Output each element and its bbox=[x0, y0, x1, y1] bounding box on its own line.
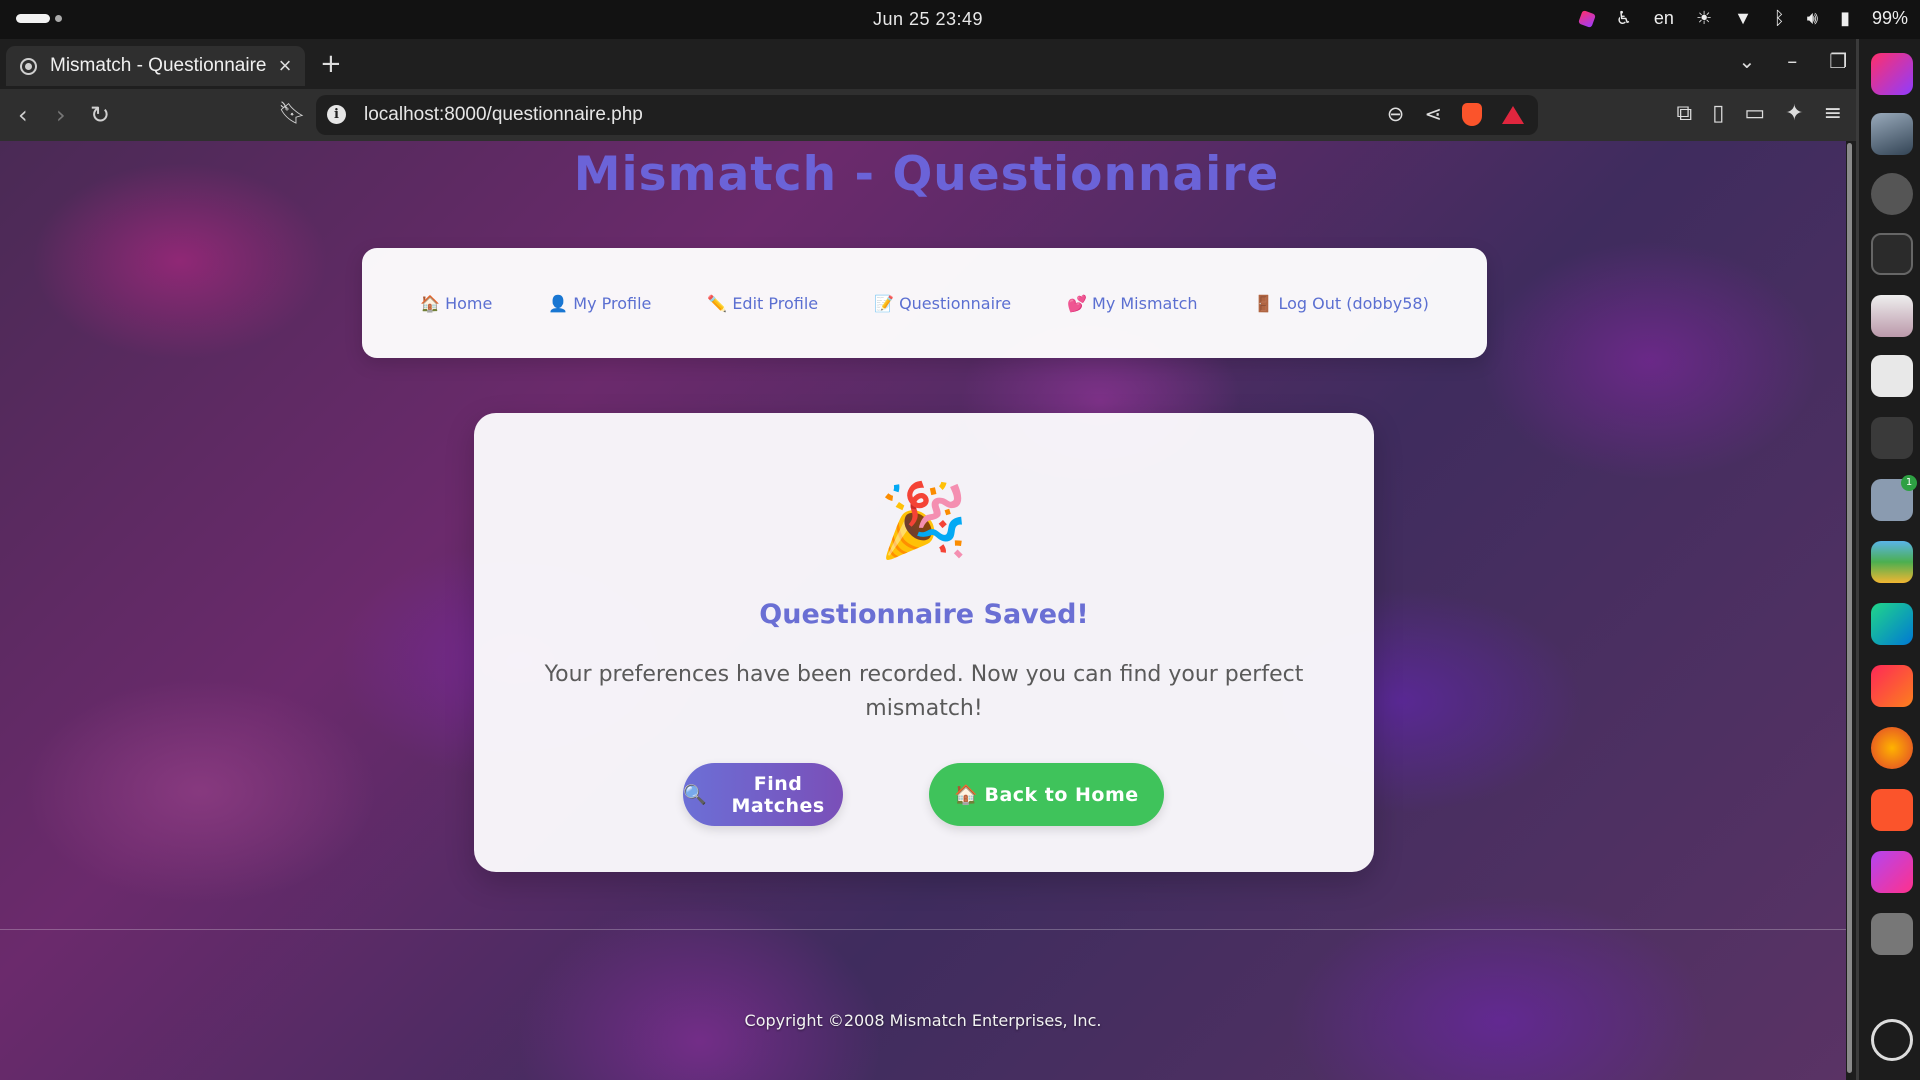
success-message: Your preferences have been recorded. Now… bbox=[544, 662, 1304, 721]
house-icon: 🏠 bbox=[420, 293, 441, 313]
reload-icon[interactable]: ↻ bbox=[90, 101, 110, 129]
battery-icon[interactable]: ▮ bbox=[1840, 8, 1850, 29]
site-info-icon[interactable]: i bbox=[327, 105, 346, 124]
wifi-icon[interactable]: ▼ bbox=[1734, 8, 1752, 29]
door-icon: 🚪 bbox=[1253, 293, 1274, 313]
footer-divider bbox=[0, 929, 1846, 930]
magnifier-icon: 🔍 bbox=[683, 784, 708, 806]
success-heading: Questionnaire Saved! bbox=[759, 599, 1089, 630]
text-editor-icon[interactable] bbox=[1871, 295, 1913, 337]
scrollbar-thumb[interactable] bbox=[1847, 143, 1852, 1073]
success-card: 🎉 Questionnaire Saved! Your preferences … bbox=[474, 413, 1374, 872]
volume-icon[interactable]: 🔊︎ bbox=[1807, 8, 1818, 29]
share-icon[interactable]: ⋖ bbox=[1424, 102, 1442, 127]
browser-toolbar: ‹ › ↻ 🔖︎ i localhost:8000/questionnaire.… bbox=[0, 89, 1856, 141]
nav-my-profile[interactable]: 👤 My Profile bbox=[548, 294, 651, 313]
browser-tab[interactable]: Mismatch - Questionnaire × bbox=[6, 46, 305, 86]
find-matches-button[interactable]: 🔍 Find Matches bbox=[683, 763, 843, 826]
back-icon[interactable]: ‹ bbox=[18, 101, 28, 129]
system-monitor-icon[interactable] bbox=[1871, 233, 1913, 275]
document-viewer-icon[interactable] bbox=[1871, 355, 1913, 397]
app-indicator-icon[interactable] bbox=[1577, 9, 1596, 28]
system-tray[interactable]: ♿︎ en ☀ ▼ ᛒ 🔊︎ ▮ 99% bbox=[1577, 8, 1920, 29]
house-icon: 🏠 bbox=[954, 784, 979, 806]
nav-edit-profile[interactable]: ✏️ Edit Profile bbox=[707, 294, 818, 313]
terminal-icon[interactable] bbox=[1871, 417, 1913, 459]
files-folder-icon[interactable]: 1 bbox=[1871, 475, 1917, 521]
sidebar-toggle-icon[interactable]: ▯ bbox=[1712, 101, 1724, 126]
party-popper-icon: 🎉 bbox=[879, 478, 969, 562]
menu-icon[interactable]: ≡ bbox=[1824, 101, 1842, 126]
find-matches-label: Find Matches bbox=[731, 772, 825, 817]
pencil-icon: ✏️ bbox=[707, 293, 728, 313]
nav-label: My Profile bbox=[573, 293, 652, 313]
address-bar[interactable]: i localhost:8000/questionnaire.php ⊖ ⋖ bbox=[316, 95, 1538, 135]
url-text[interactable]: localhost:8000/questionnaire.php bbox=[364, 104, 643, 126]
nav-label: Home bbox=[445, 293, 493, 313]
zoom-icon[interactable]: ⊖ bbox=[1387, 102, 1405, 127]
extensions-area: ⧉ ▯ ▭ ✦ ≡ bbox=[1677, 101, 1843, 126]
pycharm-icon[interactable] bbox=[1871, 603, 1913, 645]
browser-tab-strip: Mismatch - Questionnaire × bbox=[0, 39, 1856, 89]
settings-gear-icon[interactable] bbox=[1871, 173, 1913, 215]
jetbrains-toolbox-icon[interactable] bbox=[1871, 53, 1913, 95]
nav-label: Log Out (dobby58) bbox=[1278, 293, 1429, 313]
brave-browser-icon[interactable] bbox=[1871, 789, 1913, 831]
intellij-icon[interactable] bbox=[1871, 665, 1913, 707]
person-icon: 👤 bbox=[548, 293, 569, 313]
globe-favicon-icon bbox=[20, 57, 37, 75]
footer-copyright: Copyright ©2008 Mismatch Enterprises, In… bbox=[744, 1011, 1102, 1030]
nav-label: My Mismatch bbox=[1092, 293, 1198, 313]
accessibility-icon[interactable]: ♿︎ bbox=[1616, 8, 1632, 29]
page-title: Mismatch - Questionnaire bbox=[573, 147, 1280, 202]
show-apps-icon[interactable] bbox=[1871, 1019, 1913, 1061]
files-badge: 1 bbox=[1901, 475, 1917, 491]
layers-app-icon[interactable] bbox=[1871, 541, 1913, 583]
brave-shields-icon[interactable] bbox=[1462, 103, 1482, 126]
tab-title: Mismatch - Questionnaire bbox=[50, 55, 267, 76]
extensions-puzzle-icon[interactable]: ⧉ bbox=[1677, 101, 1693, 126]
application-dock: 1 bbox=[1856, 39, 1920, 1080]
system-clock[interactable]: Jun 25 23:49 bbox=[0, 9, 1856, 30]
keyboard-language[interactable]: en bbox=[1654, 8, 1674, 29]
back-to-home-button[interactable]: 🏠 Back to Home bbox=[929, 763, 1164, 826]
bluetooth-icon[interactable]: ᛒ bbox=[1774, 8, 1785, 29]
forward-icon[interactable]: › bbox=[56, 101, 66, 129]
minimize-icon[interactable]: – bbox=[1787, 49, 1797, 73]
nav-home[interactable]: 🏠 Home bbox=[420, 294, 492, 313]
user-avatar-icon[interactable] bbox=[1871, 113, 1913, 155]
address-bar-actions: ⊖ ⋖ bbox=[1387, 102, 1524, 127]
page-scrollbar[interactable] bbox=[1846, 141, 1853, 1080]
tab-search-chevron-icon[interactable]: ⌄ bbox=[1739, 49, 1756, 73]
nav-label: Questionnaire bbox=[899, 293, 1012, 313]
close-tab-icon[interactable]: × bbox=[271, 53, 299, 79]
leo-ai-icon[interactable]: ✦ bbox=[1785, 101, 1803, 126]
brave-rewards-icon[interactable] bbox=[1502, 105, 1524, 124]
phpstorm-icon[interactable] bbox=[1871, 851, 1913, 893]
bookmark-icon[interactable]: 🔖︎ bbox=[278, 101, 306, 126]
two-hearts-icon: 💕 bbox=[1067, 293, 1088, 313]
system-top-bar: Jun 25 23:49 ♿︎ en ☀ ▼ ᛒ 🔊︎ ▮ 99% bbox=[0, 0, 1920, 39]
battery-percent: 99% bbox=[1871, 8, 1908, 28]
wallet-icon[interactable]: ▭ bbox=[1744, 101, 1765, 126]
maximize-icon[interactable]: ❐ bbox=[1829, 49, 1847, 73]
firefox-icon[interactable] bbox=[1871, 727, 1913, 769]
nav-questionnaire[interactable]: 📝 Questionnaire bbox=[874, 294, 1011, 313]
main-navigation: 🏠 Home 👤 My Profile ✏️ Edit Profile 📝 Questi… bbox=[362, 248, 1487, 358]
nav-label: Edit Profile bbox=[732, 293, 819, 313]
memo-icon: 📝 bbox=[874, 293, 895, 313]
brightness-icon[interactable]: ☀ bbox=[1696, 8, 1712, 29]
new-tab-icon[interactable]: + bbox=[320, 49, 342, 79]
nav-log-out[interactable]: 🚪 Log Out (dobby58) bbox=[1254, 294, 1429, 313]
back-to-home-label: Back to Home bbox=[984, 783, 1139, 806]
system-settings-icon[interactable] bbox=[1871, 913, 1913, 955]
nav-my-mismatch[interactable]: 💕 My Mismatch bbox=[1067, 294, 1197, 313]
page-viewport: Mismatch - Questionnaire 🏠 Home 👤 My Profi… bbox=[0, 141, 1853, 1080]
